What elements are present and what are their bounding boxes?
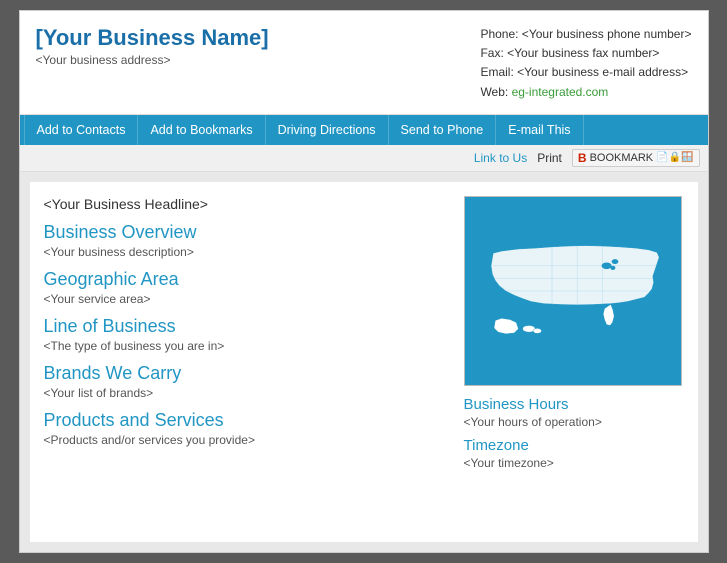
hours-title: Business Hours	[464, 396, 684, 413]
timezone-title: Timezone	[464, 437, 684, 454]
nav-driving-directions[interactable]: Driving Directions	[266, 115, 389, 145]
products-title: Products and Services	[44, 410, 448, 431]
timezone-desc: <Your timezone>	[464, 456, 684, 470]
content-right: Business Hours <Your hours of operation>…	[464, 196, 684, 528]
bookmark-icons-extra: 📄🔒🪟	[656, 152, 693, 163]
header-left: [Your Business Name] <Your business addr…	[36, 25, 269, 67]
nav-send-to-phone[interactable]: Send to Phone	[389, 115, 497, 145]
map-container	[464, 196, 682, 386]
web-label: Web:	[480, 85, 508, 99]
web-link[interactable]: eg-integrated.com	[512, 85, 609, 99]
brands-desc: <Your list of brands>	[44, 386, 448, 400]
phone-label: Phone: <Your business phone number>	[480, 25, 691, 44]
bookmark-label: BOOKMARK	[590, 152, 654, 164]
overview-title: Business Overview	[44, 222, 448, 243]
brands-title: Brands We Carry	[44, 363, 448, 384]
business-name: [Your Business Name]	[36, 25, 269, 51]
business-headline: <Your Business Headline>	[44, 196, 448, 212]
content-left: <Your Business Headline> Business Overvi…	[44, 196, 448, 528]
us-map-svg	[468, 201, 678, 381]
nav-email-this[interactable]: E-mail This	[496, 115, 583, 145]
geo-desc: <Your service area>	[44, 292, 448, 306]
main-content: <Your Business Headline> Business Overvi…	[30, 182, 698, 542]
line-desc: <The type of business you are in>	[44, 339, 448, 353]
page-wrapper: [Your Business Name] <Your business addr…	[19, 10, 709, 553]
hours-desc: <Your hours of operation>	[464, 415, 684, 429]
business-address: <Your business address>	[36, 53, 269, 67]
fax-label: Fax: <Your business fax number>	[480, 44, 691, 63]
products-desc: <Products and/or services you provide>	[44, 433, 448, 447]
sub-bar: Link to Us Print B BOOKMARK 📄🔒🪟	[20, 145, 708, 172]
line-title: Line of Business	[44, 316, 448, 337]
header: [Your Business Name] <Your business addr…	[20, 11, 708, 115]
bookmark-button[interactable]: B BOOKMARK 📄🔒🪟	[572, 149, 700, 167]
geo-title: Geographic Area	[44, 269, 448, 290]
link-to-us[interactable]: Link to Us	[474, 151, 527, 165]
nav-add-bookmarks[interactable]: Add to Bookmarks	[138, 115, 265, 145]
email-label: Email: <Your business e-mail address>	[480, 63, 691, 82]
nav-bar: Add to Contacts Add to Bookmarks Driving…	[20, 115, 708, 145]
nav-add-contacts[interactable]: Add to Contacts	[24, 115, 139, 145]
print-link[interactable]: Print	[537, 151, 562, 165]
header-right: Phone: <Your business phone number> Fax:…	[480, 25, 691, 102]
overview-desc: <Your business description>	[44, 245, 448, 259]
bookmark-icon: B	[578, 151, 587, 165]
web-row: Web: eg-integrated.com	[480, 83, 691, 102]
